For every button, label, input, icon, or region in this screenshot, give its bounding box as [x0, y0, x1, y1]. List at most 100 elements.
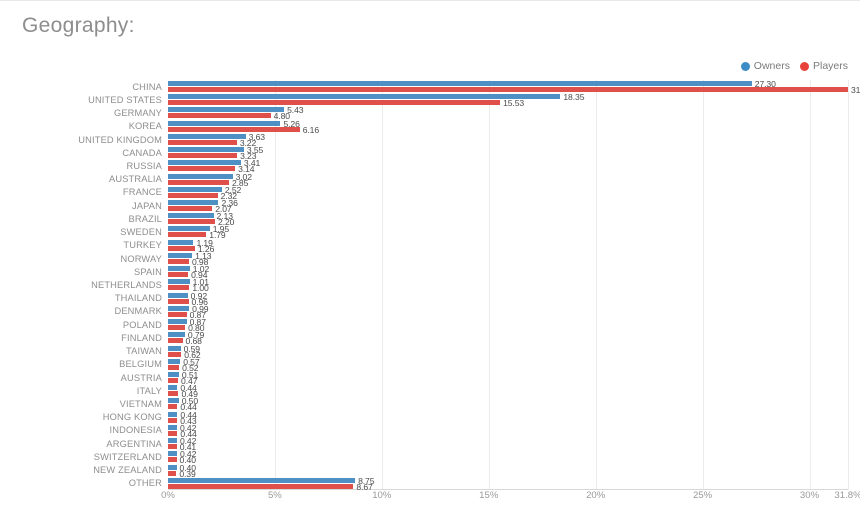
- bar-players[interactable]: [168, 444, 177, 450]
- chart-row[interactable]: NEW ZEALAND 0.40 0.39: [93, 463, 848, 479]
- chart-row[interactable]: TURKEY 1.19 1.26: [123, 238, 848, 254]
- bar-players[interactable]: [168, 457, 177, 463]
- bar-players[interactable]: [168, 258, 189, 264]
- bar-owners[interactable]: [168, 464, 177, 470]
- chart-row[interactable]: NORWAY 1.13 0.98: [120, 251, 848, 267]
- chart-row[interactable]: BRAZIL 2.13 2.20: [129, 211, 848, 227]
- chart-row[interactable]: THAILAND 0.92 0.96: [115, 291, 848, 307]
- bar-players[interactable]: [168, 338, 183, 344]
- chart-row[interactable]: HONG KONG 0.44 0.43: [103, 410, 848, 426]
- category-label: VIETNAM: [119, 399, 162, 410]
- bar-owners[interactable]: [168, 94, 561, 100]
- bar-players[interactable]: [168, 245, 195, 251]
- bar-players[interactable]: [168, 430, 178, 436]
- bar-owners[interactable]: [168, 147, 244, 153]
- bar-owners[interactable]: [168, 200, 219, 206]
- bar-players[interactable]: [168, 179, 229, 185]
- bar-owners[interactable]: [168, 358, 181, 364]
- bar-players[interactable]: [168, 391, 179, 397]
- bar-owners[interactable]: [168, 252, 193, 258]
- bar-players[interactable]: [168, 219, 216, 225]
- chart-row[interactable]: NETHERLANDS 1.01 1.00: [91, 277, 848, 293]
- bar-players[interactable]: [168, 272, 189, 278]
- chart-row[interactable]: KOREA 5.26 6.16: [129, 119, 848, 135]
- bar-players[interactable]: [168, 325, 186, 331]
- bar-players[interactable]: [168, 285, 190, 291]
- bar-owners[interactable]: [168, 424, 177, 430]
- chart-row[interactable]: SPAIN 1.02 0.94: [134, 264, 848, 280]
- chart-row[interactable]: POLAND 0.87 0.80: [123, 317, 848, 333]
- bar-players[interactable]: [168, 166, 236, 172]
- chart-row[interactable]: ITALY 0.44 0.49: [137, 383, 848, 399]
- x-axis-tick: 0%: [161, 490, 175, 501]
- x-axis-tick: 25%: [692, 490, 713, 501]
- top-divider: [0, 0, 860, 1]
- bar-players[interactable]: [168, 126, 300, 132]
- chart-row[interactable]: JAPAN 2.36 2.07: [132, 198, 848, 214]
- bar-owners[interactable]: [168, 438, 177, 444]
- chart-row[interactable]: UNITED KINGDOM 3.63 3.22: [78, 132, 848, 148]
- chart-row[interactable]: BELGIUM 0.57 0.52: [119, 357, 848, 373]
- chart-row[interactable]: AUSTRIA 0.51 0.47: [121, 370, 848, 386]
- chart-row[interactable]: RUSSIA 3.41 3.14: [126, 158, 848, 174]
- chart-row[interactable]: GERMANY 5.43 4.80: [114, 105, 848, 121]
- bar-owners[interactable]: [168, 411, 178, 417]
- chart-row[interactable]: VIETNAM 0.50 0.44: [120, 396, 848, 412]
- bar-owners[interactable]: [168, 451, 177, 457]
- bar-owners[interactable]: [168, 107, 285, 113]
- x-axis: 0% 5% 10% 15% 20% 25% 30% 31.8%: [161, 490, 860, 512]
- bar-owners[interactable]: [168, 213, 214, 219]
- bar-players[interactable]: [168, 377, 179, 383]
- bar-players[interactable]: [168, 100, 501, 106]
- bar-owners[interactable]: [168, 332, 185, 338]
- bar-owners[interactable]: [168, 186, 222, 192]
- bar-owners[interactable]: [168, 319, 187, 325]
- bar-owners[interactable]: [168, 371, 179, 377]
- bar-owners[interactable]: [168, 133, 246, 139]
- bar-owners[interactable]: [168, 81, 752, 86]
- chart-row[interactable]: CHINA 27.30 31.80: [132, 79, 860, 95]
- chart-row[interactable]: OTHER 8.75 8.67: [129, 476, 848, 492]
- bar-owners[interactable]: [168, 173, 233, 179]
- bar-players[interactable]: [168, 470, 177, 476]
- bar-owners[interactable]: [168, 266, 190, 272]
- chart-row[interactable]: SWEDEN 1.95 1.79: [120, 224, 848, 240]
- bar-owners[interactable]: [168, 305, 190, 311]
- bar-owners[interactable]: [168, 279, 190, 285]
- chart-row[interactable]: AUSTRALIA 3.02 2.85: [109, 172, 848, 188]
- bar-players[interactable]: [168, 153, 238, 159]
- bar-players[interactable]: [168, 417, 178, 423]
- bar-owners[interactable]: [168, 477, 356, 483]
- chart-row[interactable]: DENMARK 0.99 0.87: [114, 304, 848, 320]
- bar-owners[interactable]: [168, 385, 178, 391]
- chart-row[interactable]: INDONESIA 0.42 0.44: [110, 423, 848, 439]
- bar-players[interactable]: [168, 483, 354, 489]
- chart-row[interactable]: FRANCE 2.52 2.32: [123, 185, 848, 201]
- bar-players[interactable]: [168, 192, 218, 198]
- bar-players[interactable]: [168, 298, 189, 304]
- bar-players[interactable]: [168, 351, 182, 357]
- category-label: ITALY: [136, 385, 162, 396]
- bar-owners[interactable]: [168, 398, 179, 404]
- bar-owners[interactable]: [168, 239, 194, 245]
- legend-item-players[interactable]: Players: [799, 60, 848, 72]
- bar-players[interactable]: [168, 311, 187, 317]
- bar-owners[interactable]: [168, 226, 210, 232]
- bar-owners[interactable]: [168, 345, 181, 351]
- bar-players[interactable]: [168, 113, 271, 119]
- bar-owners[interactable]: [168, 160, 241, 166]
- bar-owners[interactable]: [168, 292, 188, 298]
- chart-row[interactable]: CANADA 3.55 3.23: [122, 145, 848, 161]
- bar-players[interactable]: [168, 87, 848, 92]
- bar-owners[interactable]: [168, 120, 281, 126]
- chart-row[interactable]: TAIWAN 0.59 0.62: [126, 344, 848, 360]
- chart-row[interactable]: SWITZERLAND 0.42 0.40: [94, 449, 848, 465]
- chart-row[interactable]: FINLAND 0.79 0.68: [121, 330, 848, 346]
- chart-row[interactable]: UNITED STATES 18.35 15.53: [88, 92, 848, 108]
- chart-row[interactable]: ARGENTINA 0.42 0.41: [106, 436, 848, 452]
- bar-players[interactable]: [168, 206, 213, 212]
- bar-players[interactable]: [168, 139, 237, 145]
- bar-players[interactable]: [168, 404, 178, 410]
- legend-item-owners[interactable]: Owners: [740, 60, 790, 72]
- bar-players[interactable]: [168, 364, 180, 370]
